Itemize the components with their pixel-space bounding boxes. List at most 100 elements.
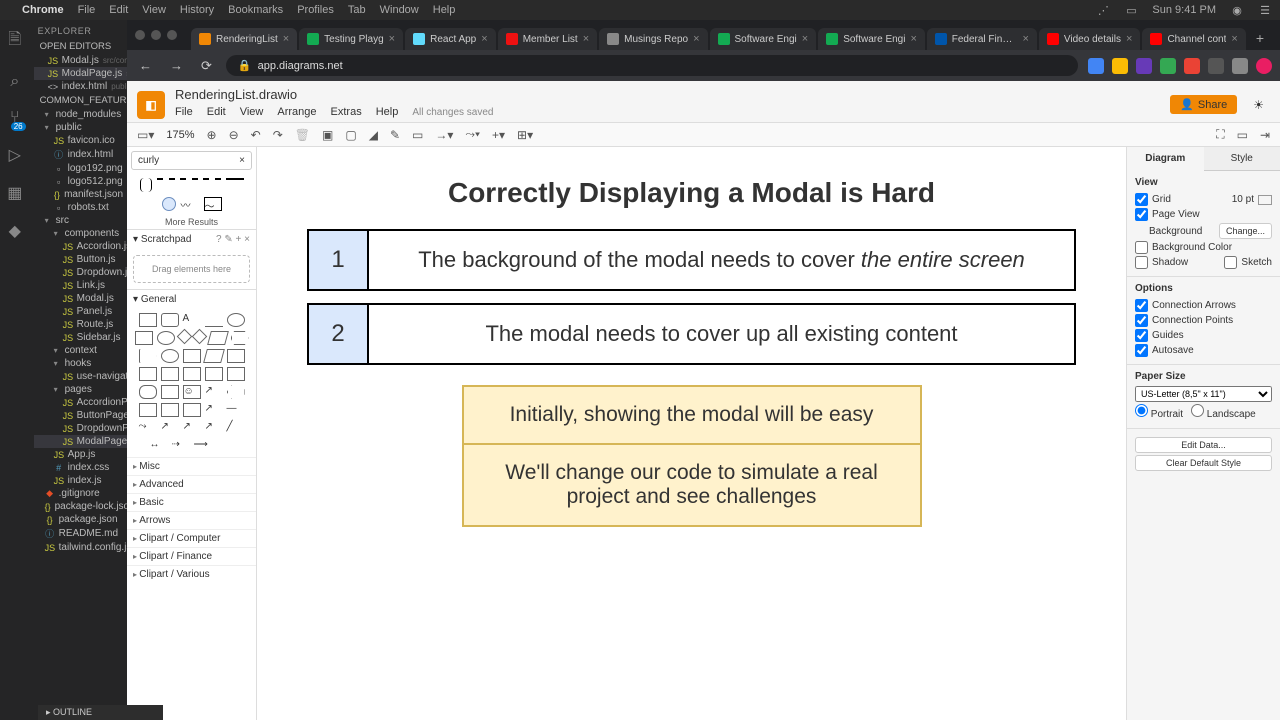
diagram-title[interactable]: Correctly Displaying a Modal is Hard xyxy=(297,177,1086,209)
conn-points-check[interactable] xyxy=(1135,314,1148,327)
user-icon[interactable]: ◉ xyxy=(1230,4,1244,17)
conn-arrows-check[interactable] xyxy=(1135,299,1148,312)
file-item[interactable]: {}manifest.json xyxy=(34,188,127,201)
profile-icon[interactable] xyxy=(1256,58,1272,74)
drawio-logo-icon[interactable]: ◧ xyxy=(137,91,165,119)
file-item[interactable]: JSRoute.js xyxy=(34,318,127,331)
close-icon[interactable]: × xyxy=(283,33,289,45)
wifi-icon[interactable]: ⋰ xyxy=(1096,4,1110,17)
file-item[interactable]: JSAccordionPage.js xyxy=(34,396,127,409)
dio-menu-arrange[interactable]: Arrange xyxy=(277,106,316,118)
file-item[interactable]: JSModalPage.js xyxy=(34,435,127,448)
app-name[interactable]: Chrome xyxy=(22,4,64,16)
source-control-icon[interactable]: ⑂26 xyxy=(10,109,20,127)
guides-check[interactable] xyxy=(1135,329,1148,342)
paper-select[interactable]: US-Letter (8,5" x 11") xyxy=(1135,386,1272,402)
folder-item[interactable]: components xyxy=(34,227,127,240)
file-item[interactable]: JSApp.js xyxy=(34,448,127,461)
table-icon[interactable]: ⊞▾ xyxy=(517,128,533,142)
back-button[interactable]: ← xyxy=(135,58,156,73)
folder-item[interactable]: public xyxy=(34,121,127,134)
ext-icon[interactable] xyxy=(1160,58,1176,74)
scratchpad-drop[interactable]: Drag elements here xyxy=(133,255,250,283)
close-icon[interactable]: × xyxy=(583,33,589,45)
shadow-icon[interactable]: ▭ xyxy=(412,128,423,142)
close-icon[interactable]: × xyxy=(910,33,916,45)
shadow-check[interactable] xyxy=(1135,256,1148,269)
menu-profiles[interactable]: Profiles xyxy=(297,4,334,16)
file-item[interactable]: ▫robots.txt xyxy=(34,201,127,214)
waypoint-icon[interactable]: ⤳▾ xyxy=(465,127,480,142)
zoom-out-icon[interactable]: ⊖ xyxy=(229,128,239,142)
file-item[interactable]: JSAccordion.js xyxy=(34,240,127,253)
file-item[interactable]: JSButtonPage.js xyxy=(34,409,127,422)
file-item[interactable]: JSDropdownPage.js xyxy=(34,422,127,435)
close-icon[interactable]: × xyxy=(389,33,395,45)
shape-category[interactable]: Basic xyxy=(127,493,256,511)
folder-item[interactable]: src xyxy=(34,214,127,227)
shape-category[interactable]: Advanced xyxy=(127,475,256,493)
ext-icon[interactable] xyxy=(1184,58,1200,74)
ext-icon[interactable] xyxy=(1112,58,1128,74)
shape-category[interactable]: Misc xyxy=(127,457,256,475)
file-item[interactable]: {}package-lock.json xyxy=(34,500,127,513)
page-icon[interactable]: ▭▾ xyxy=(137,128,154,142)
close-icon[interactable]: × xyxy=(1022,33,1028,45)
browser-tab[interactable]: Software Engi× xyxy=(818,28,925,50)
collapse-icon[interactable]: ⇥ xyxy=(1260,128,1270,142)
battery-icon[interactable]: ▭ xyxy=(1124,4,1138,17)
landscape-radio[interactable] xyxy=(1191,404,1204,417)
file-item[interactable]: JSButton.js xyxy=(34,253,127,266)
menu-help[interactable]: Help xyxy=(433,4,456,16)
tab-diagram[interactable]: Diagram xyxy=(1127,147,1204,171)
add-icon[interactable]: +▾ xyxy=(492,128,505,142)
folder-item[interactable]: node_modules xyxy=(34,108,127,121)
menu-view[interactable]: View xyxy=(142,4,166,16)
browser-tab[interactable]: Testing Playg× xyxy=(299,28,403,50)
folder-item[interactable]: hooks xyxy=(34,357,127,370)
editor-item[interactable]: JSModal.js src/compone xyxy=(34,54,127,67)
file-item[interactable]: #index.css xyxy=(34,461,127,474)
menu-history[interactable]: History xyxy=(180,4,214,16)
folder-item[interactable]: pages xyxy=(34,383,127,396)
new-tab-button[interactable]: + xyxy=(1248,26,1272,50)
ext-icon[interactable] xyxy=(1208,58,1224,74)
fill-icon[interactable]: ◢ xyxy=(369,128,378,142)
file-item[interactable]: ▫logo512.png xyxy=(34,175,127,188)
file-item[interactable]: ▫logo192.png xyxy=(34,162,127,175)
open-editors-label[interactable]: OPEN EDITORS xyxy=(30,39,127,54)
close-icon[interactable]: × xyxy=(1126,33,1132,45)
dio-menu-extras[interactable]: Extras xyxy=(331,106,362,118)
folder-item[interactable]: context xyxy=(34,344,127,357)
forward-button[interactable]: → xyxy=(166,58,187,73)
menu-tab[interactable]: Tab xyxy=(348,4,366,16)
file-item[interactable]: JSModal.js xyxy=(34,292,127,305)
browser-tab[interactable]: Channel cont× xyxy=(1142,28,1245,50)
menu-window[interactable]: Window xyxy=(380,4,419,16)
line-icon[interactable]: ✎ xyxy=(390,128,400,142)
zoom-level[interactable]: 175% xyxy=(166,129,194,141)
canvas[interactable]: Correctly Displaying a Modal is Hard 1 T… xyxy=(257,147,1126,720)
outline-label[interactable]: ▸ OUTLINE xyxy=(38,705,163,720)
control-icon[interactable]: ☰ xyxy=(1258,4,1272,17)
dio-menu-help[interactable]: Help xyxy=(376,106,399,118)
tab-style[interactable]: Style xyxy=(1204,147,1280,171)
menu-bookmarks[interactable]: Bookmarks xyxy=(228,4,283,16)
browser-tab[interactable]: Software Engi× xyxy=(710,28,817,50)
connector-icon[interactable]: →▾ xyxy=(435,128,453,142)
file-item[interactable]: JSSidebar.js xyxy=(34,331,127,344)
redo-icon[interactable]: ↷ xyxy=(273,128,283,142)
change-bg-button[interactable]: Change... xyxy=(1219,223,1272,239)
ext-icon[interactable] xyxy=(1136,58,1152,74)
file-item[interactable]: ◆.gitignore xyxy=(34,487,127,500)
bgcolor-check[interactable] xyxy=(1135,241,1148,254)
edit-data-button[interactable]: Edit Data... xyxy=(1135,437,1272,453)
editor-item[interactable]: <>index.html public xyxy=(34,80,127,93)
window-controls[interactable] xyxy=(127,25,185,45)
undo-icon[interactable]: ↶ xyxy=(251,128,261,142)
dio-menu-edit[interactable]: Edit xyxy=(207,106,226,118)
delete-icon[interactable]: 🗑 xyxy=(295,128,310,142)
format-icon[interactable]: ▭ xyxy=(1237,128,1248,142)
shape-search[interactable]: curly× xyxy=(131,151,252,170)
browser-tab[interactable]: React App× xyxy=(405,28,496,50)
